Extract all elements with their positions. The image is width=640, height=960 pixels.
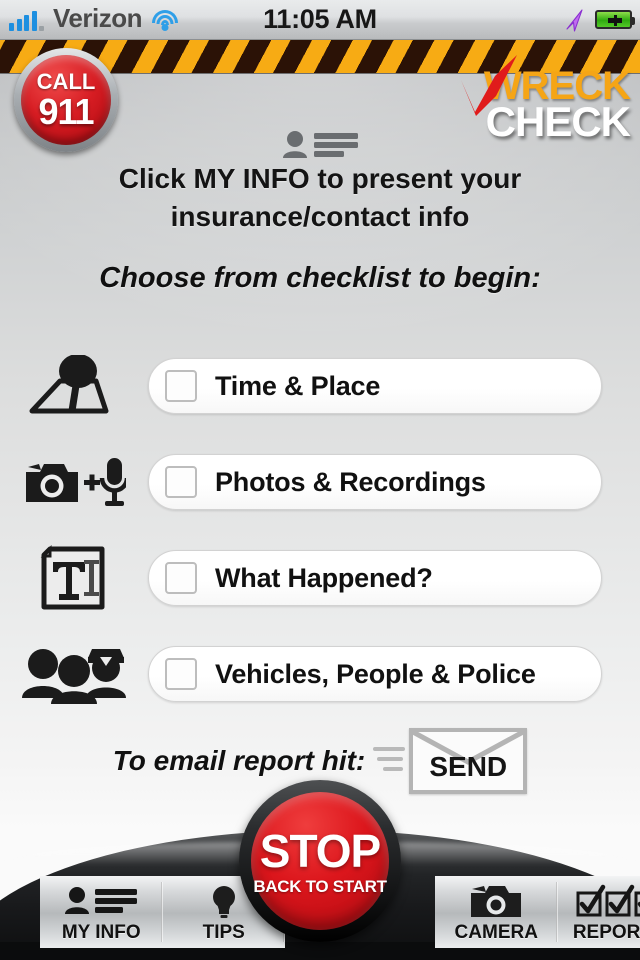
stop-title: STOP: [259, 824, 381, 877]
stop-button-face: STOP BACK TO START: [251, 792, 389, 930]
call-911-button-face: CALL 911: [21, 55, 111, 145]
motion-lines-icon: [373, 742, 407, 780]
checklist: Time & Place Photos & Recordings What Ha…: [0, 338, 640, 722]
people-police-icon: [0, 644, 148, 704]
checklist-pill[interactable]: Vehicles, People & Police: [148, 646, 602, 702]
call-911-button[interactable]: CALL 911: [14, 48, 118, 152]
checklist-row[interactable]: Photos & Recordings: [0, 434, 640, 530]
send-label: SEND: [429, 751, 508, 782]
checklist-pill[interactable]: What Happened?: [148, 550, 602, 606]
checkbox[interactable]: [165, 658, 197, 690]
app-screen: Verizon 11:05 AM CALL 911 WRECK CHECK Cl…: [0, 0, 640, 960]
tab-camera[interactable]: CAMERA: [435, 876, 558, 948]
call-911-line1: CALL: [36, 68, 96, 94]
camera-icon: [469, 883, 523, 919]
location-arrow-icon: [563, 8, 585, 32]
checkbox[interactable]: [165, 466, 197, 498]
checklist-pill[interactable]: Photos & Recordings: [148, 454, 602, 510]
checklist-row[interactable]: Vehicles, People & Police: [0, 626, 640, 722]
camera-microphone-icon: [0, 454, 148, 510]
clock-label: 11:05 AM: [263, 4, 377, 34]
send-button[interactable]: SEND: [409, 728, 528, 794]
my-info-prompt-line1: Click MY INFO to present your: [118, 163, 522, 194]
document-text-icon: [0, 545, 148, 611]
tab-label: TIPS: [202, 921, 245, 943]
red-checkmark-icon: [455, 54, 525, 116]
checkbox[interactable]: [165, 562, 197, 594]
checklist-pill[interactable]: Time & Place: [148, 358, 602, 414]
email-report-label: To email report hit:: [112, 745, 366, 776]
battery-charging-icon: [595, 10, 635, 29]
stop-subtitle: BACK TO START: [253, 876, 387, 896]
checklist-row[interactable]: What Happened?: [0, 530, 640, 626]
checklist-label: What Happened?: [215, 562, 433, 593]
checklist-label: Photos & Recordings: [215, 466, 486, 497]
tab-my-info[interactable]: MY INFO: [40, 876, 163, 948]
checkmark-boxes-icon: [576, 883, 640, 919]
app-logo: WRECK CHECK: [440, 55, 631, 146]
tab-label: CAMERA: [454, 921, 538, 943]
checkbox[interactable]: [165, 370, 197, 402]
my-info-prompt-line2: insurance/contact info: [170, 201, 470, 232]
my-info-person-icon: [64, 883, 138, 919]
status-bar-right: [563, 0, 635, 39]
stop-back-to-start-button[interactable]: STOP BACK TO START: [239, 780, 401, 942]
map-location-pin-icon: [0, 355, 148, 417]
tab-label: MY INFO: [61, 921, 141, 943]
choose-checklist-heading: Choose from checklist to begin:: [99, 262, 541, 294]
tab-reports[interactable]: REPORTS: [557, 876, 640, 948]
lightbulb-icon: [207, 883, 241, 919]
my-info-prompt: Click MY INFO to present your insurance/…: [0, 160, 640, 236]
tab-label: REPORTS: [572, 921, 640, 943]
status-bar: Verizon 11:05 AM: [0, 0, 640, 40]
checklist-label: Time & Place: [215, 370, 381, 401]
checklist-row[interactable]: Time & Place: [0, 338, 640, 434]
call-911-line2: 911: [38, 90, 94, 132]
checklist-label: Vehicles, People & Police: [215, 658, 536, 689]
